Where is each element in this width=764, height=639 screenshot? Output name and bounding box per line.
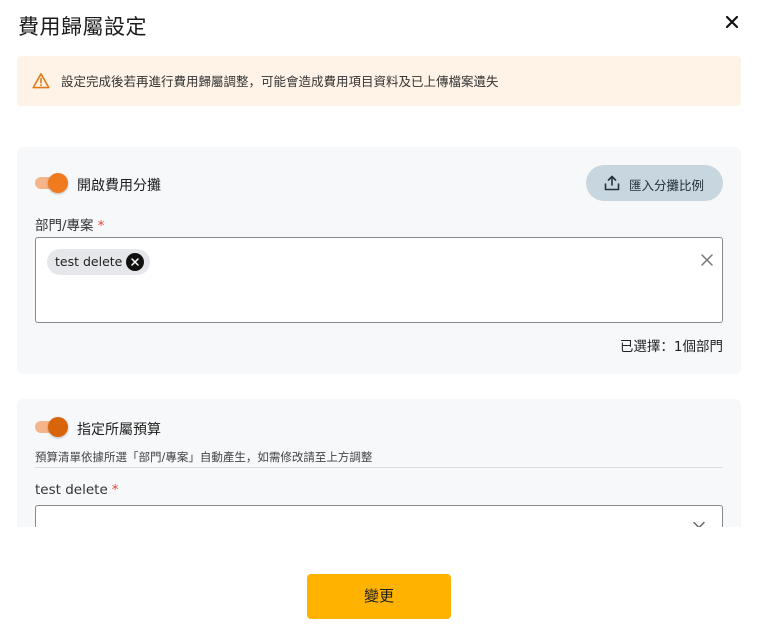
submit-label: 變更 [363, 587, 394, 605]
import-ratio-button[interactable]: 匯入分攤比例 [586, 165, 723, 201]
budget-hint: 預算清單依據所選「部門/專案」自動產生，如需修改請至上方調整 [35, 450, 373, 464]
dialog-title: 費用歸屬設定 [18, 15, 147, 39]
department-multiselect[interactable]: test delete [35, 237, 723, 323]
clear-selection-icon[interactable] [700, 253, 714, 267]
chevron-down-icon [693, 521, 705, 527]
toggle-knob [48, 417, 68, 437]
allocation-toggle[interactable] [35, 173, 68, 193]
close-icon [725, 15, 739, 29]
department-field-label: 部門/專案 * [35, 214, 104, 234]
toggle-knob [48, 173, 68, 193]
required-mark: * [97, 218, 105, 234]
chip-label: test delete [55, 254, 123, 269]
upload-icon [604, 175, 620, 191]
remove-chip-button[interactable] [126, 253, 145, 271]
required-mark: * [111, 482, 119, 498]
submit-button[interactable]: 變更 [307, 574, 451, 619]
selected-count: 已選擇：1個部門 [619, 339, 723, 355]
budget-card: 指定所屬預算 預算清單依據所選「部門/專案」自動產生，如需修改請至上方調整 te… [17, 399, 741, 527]
close-button[interactable] [722, 12, 742, 32]
budget-label-text: test delete [35, 482, 108, 498]
close-icon [131, 258, 140, 266]
budget-select[interactable] [35, 505, 723, 527]
selected-chip[interactable]: test delete [47, 249, 151, 275]
allocation-toggle-label: 開啟費用分攤 [77, 178, 161, 194]
allocation-card: 開啟費用分攤 匯入分攤比例 部門/專案 * test delete 已選擇：1個部… [17, 147, 741, 374]
budget-field-label: test delete * [35, 482, 119, 498]
department-label-text: 部門/專案 [35, 218, 94, 234]
warning-icon [32, 73, 50, 89]
budget-toggle[interactable] [35, 417, 68, 437]
warning-banner: 設定完成後若再進行費用歸屬調整，可能會造成費用項目資料及已上傳檔案遺失 [17, 56, 741, 106]
budget-toggle-label: 指定所屬預算 [77, 422, 161, 438]
warning-text: 設定完成後若再進行費用歸屬調整，可能會造成費用項目資料及已上傳檔案遺失 [61, 74, 499, 89]
import-ratio-label: 匯入分攤比例 [629, 178, 705, 193]
divider [35, 467, 723, 468]
